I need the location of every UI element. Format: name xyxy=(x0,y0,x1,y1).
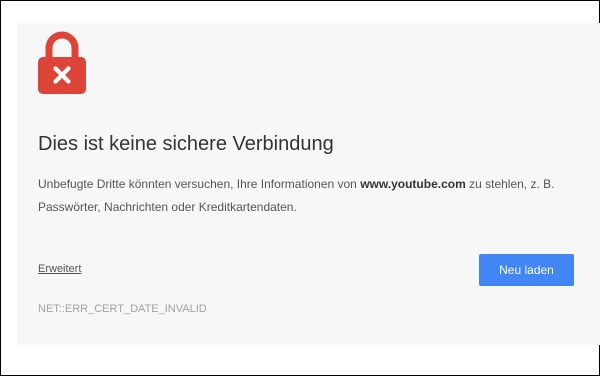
lock-error-icon xyxy=(38,31,86,94)
browser-frame: Dies ist keine sichere Verbindung Unbefu… xyxy=(0,0,600,376)
warning-description: Unbefugte Dritte könnten versuchen, Ihre… xyxy=(38,173,558,219)
description-text-start: Unbefugte Dritte könnten versuchen, Ihre… xyxy=(38,177,361,191)
reload-button[interactable]: Neu laden xyxy=(479,254,574,286)
advanced-link[interactable]: Erweitert xyxy=(38,263,81,275)
error-code: NET::ERR_CERT_DATE_INVALID xyxy=(38,303,207,315)
domain-name: www.youtube.com xyxy=(360,177,466,191)
page-title: Dies ist keine sichere Verbindung xyxy=(38,133,334,155)
